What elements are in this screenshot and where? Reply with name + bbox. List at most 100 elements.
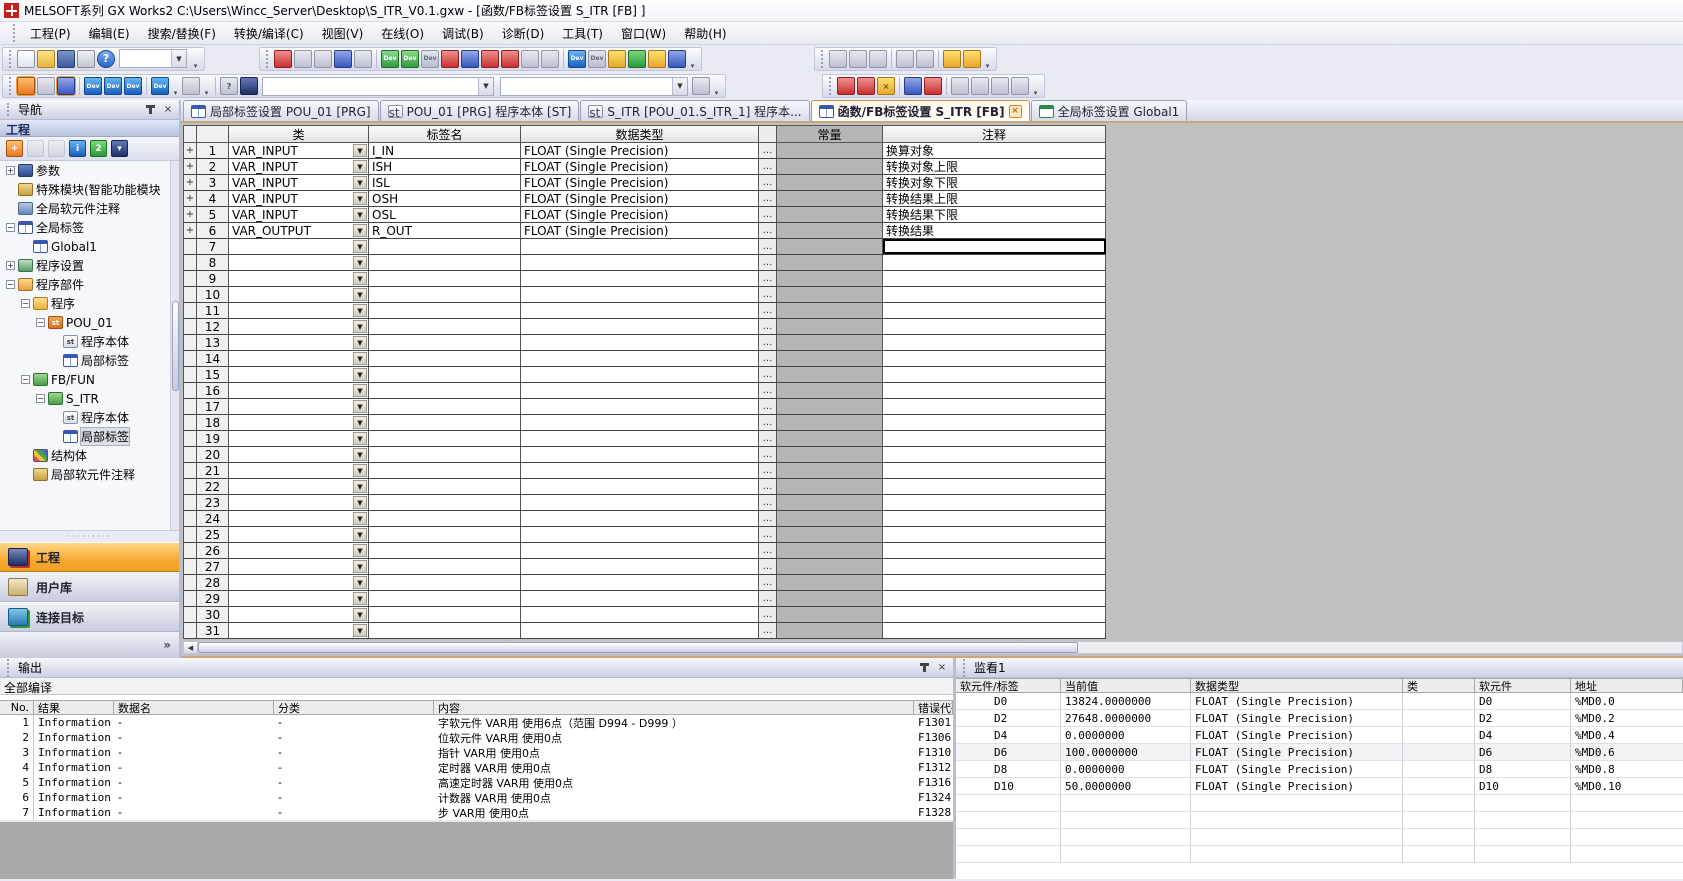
class-cell[interactable]: VAR_INPUT▼ [229, 175, 369, 190]
scroll-left-icon[interactable]: ◀ [184, 642, 198, 653]
output-row[interactable]: 6Information--计数器 VAR用 使用0点F1324 [0, 790, 953, 805]
data-type-browse-button[interactable]: ... [759, 575, 777, 590]
label-name-cell[interactable] [369, 319, 521, 334]
toolbar-overflow-icon[interactable]: ▾ [1030, 75, 1041, 97]
watch-value-cell[interactable]: 13824.0000000 [1061, 693, 1191, 709]
data-type-cell[interactable] [521, 383, 759, 398]
data-type-cell[interactable] [521, 287, 759, 302]
tree-expander-icon[interactable]: − [21, 375, 30, 384]
data-type-cell[interactable] [521, 271, 759, 286]
class-cell[interactable]: VAR_INPUT▼ [229, 159, 369, 174]
data-type-cell[interactable] [521, 255, 759, 270]
class-dropdown-icon[interactable]: ▼ [353, 496, 367, 509]
class-cell[interactable]: VAR_INPUT▼ [229, 207, 369, 222]
class-cell[interactable]: ▼ [229, 431, 369, 446]
toolbar-grip[interactable] [9, 50, 13, 68]
row-expand-cell[interactable]: + [184, 223, 197, 238]
data-type-browse-button[interactable]: ... [759, 367, 777, 382]
data-type-browse-button[interactable]: ... [759, 191, 777, 206]
class-dropdown-icon[interactable]: ▼ [353, 304, 367, 317]
navigation-splitter[interactable]: ········· [0, 531, 179, 542]
data-type-browse-button[interactable]: ... [759, 559, 777, 574]
class-dropdown-icon[interactable]: ▼ [353, 240, 367, 253]
class-cell[interactable]: VAR_INPUT▼ [229, 143, 369, 158]
device-test-stop-icon[interactable] [963, 50, 981, 68]
comment-cell[interactable] [883, 415, 1106, 430]
toolbar-overflow-icon[interactable]: ▾ [190, 48, 201, 70]
tab-close-icon[interactable]: × [1009, 105, 1022, 118]
watch-empty-row[interactable] [956, 795, 1683, 812]
device-batch-icon[interactable]: Dev [124, 77, 142, 95]
watch-empty-row[interactable] [956, 812, 1683, 829]
tree-item-0[interactable]: +参数 [0, 161, 179, 180]
class-cell[interactable]: ▼ [229, 623, 369, 638]
row-expand-cell[interactable] [184, 543, 197, 558]
data-type-browse-button[interactable]: ... [759, 303, 777, 318]
class-dropdown-icon[interactable]: ▼ [353, 208, 367, 221]
row-expand-cell[interactable] [184, 447, 197, 462]
data-type-cell[interactable] [521, 239, 759, 254]
row-expand-cell[interactable] [184, 383, 197, 398]
help-icon[interactable]: ? [97, 50, 115, 68]
dropdown-arrow-icon[interactable]: ▾ [201, 75, 212, 97]
data-type-cell[interactable] [521, 447, 759, 462]
class-dropdown-icon[interactable]: ▼ [353, 384, 367, 397]
pin-icon[interactable] [149, 105, 152, 114]
toolbar-grip[interactable] [821, 50, 825, 68]
device-note-icon[interactable]: Dev [421, 50, 439, 68]
class-dropdown-icon[interactable]: ▼ [353, 272, 367, 285]
view-button-2[interactable]: 用户库 [0, 572, 179, 602]
watch-row[interactable]: D1050.0000000FLOAT (Single Precision)D10… [956, 778, 1683, 795]
output-pin-icon[interactable] [923, 663, 926, 672]
device-statement-icon[interactable]: Dev [401, 50, 419, 68]
class-cell[interactable]: ▼ [229, 559, 369, 574]
comment-cell[interactable]: 换算对象 [883, 143, 1106, 158]
menu-item-1[interactable]: 工程(P) [22, 22, 79, 45]
data-type-browse-button[interactable]: ... [759, 271, 777, 286]
view-button-3[interactable]: 连接目标 [0, 602, 179, 632]
tree-item-16[interactable]: 局部软元件注释 [0, 465, 179, 484]
data-type-browse-button[interactable]: ... [759, 207, 777, 222]
label-name-cell[interactable] [369, 399, 521, 414]
class-cell[interactable]: ▼ [229, 415, 369, 430]
refresh-icon[interactable]: 2 [90, 140, 107, 157]
class-dropdown-icon[interactable]: ▼ [353, 448, 367, 461]
comment-cell[interactable]: 转换对象上限 [883, 159, 1106, 174]
work-window-icon[interactable] [57, 77, 75, 95]
combo-arrow-icon[interactable]: ▼ [478, 78, 493, 95]
tree-item-4[interactable]: Global1 [0, 237, 179, 256]
label-name-cell[interactable] [369, 463, 521, 478]
row-expand-cell[interactable] [184, 335, 197, 350]
data-type-browse-button[interactable]: ... [759, 415, 777, 430]
tab-3[interactable]: stS_ITR [POU_01.S_ITR_1] 程序本... [580, 100, 809, 121]
data-type-browse-button[interactable]: ... [759, 223, 777, 238]
data-type-browse-button[interactable]: ... [759, 399, 777, 414]
class-dropdown-icon[interactable]: ▼ [353, 544, 367, 557]
row-expand-cell[interactable] [184, 479, 197, 494]
data-type-browse-button[interactable]: ... [759, 623, 777, 638]
class-dropdown-icon[interactable]: ▼ [353, 144, 367, 157]
comment-cell[interactable] [883, 447, 1106, 462]
horizontal-scrollbar[interactable]: ◀ [183, 641, 1683, 654]
tree-item-12[interactable]: −S_ITR [0, 389, 179, 408]
menu-item-4[interactable]: 转换/编译(C) [226, 22, 312, 45]
class-dropdown-icon[interactable]: ▼ [353, 560, 367, 573]
device-display-select-icon[interactable]: Dev [151, 77, 169, 95]
device-find-icon[interactable] [481, 50, 499, 68]
class-dropdown-icon[interactable]: ▼ [353, 224, 367, 237]
close-icon[interactable]: × [161, 103, 175, 117]
class-cell[interactable]: ▼ [229, 479, 369, 494]
comment-cell[interactable] [883, 239, 1106, 254]
comment-cell[interactable] [883, 495, 1106, 510]
tree-item-10[interactable]: 局部标签 [0, 351, 179, 370]
comment-cell[interactable] [883, 255, 1106, 270]
device-memory-icon[interactable]: Dev [104, 77, 122, 95]
fb-instance-icon[interactable] [924, 77, 942, 95]
data-type-browse-button[interactable]: ... [759, 543, 777, 558]
label-name-cell[interactable] [369, 431, 521, 446]
data-type-cell[interactable] [521, 559, 759, 574]
new-declaration-before-icon[interactable] [837, 77, 855, 95]
class-dropdown-icon[interactable]: ▼ [353, 432, 367, 445]
label-name-cell[interactable] [369, 287, 521, 302]
class-dropdown-icon[interactable]: ▼ [353, 336, 367, 349]
